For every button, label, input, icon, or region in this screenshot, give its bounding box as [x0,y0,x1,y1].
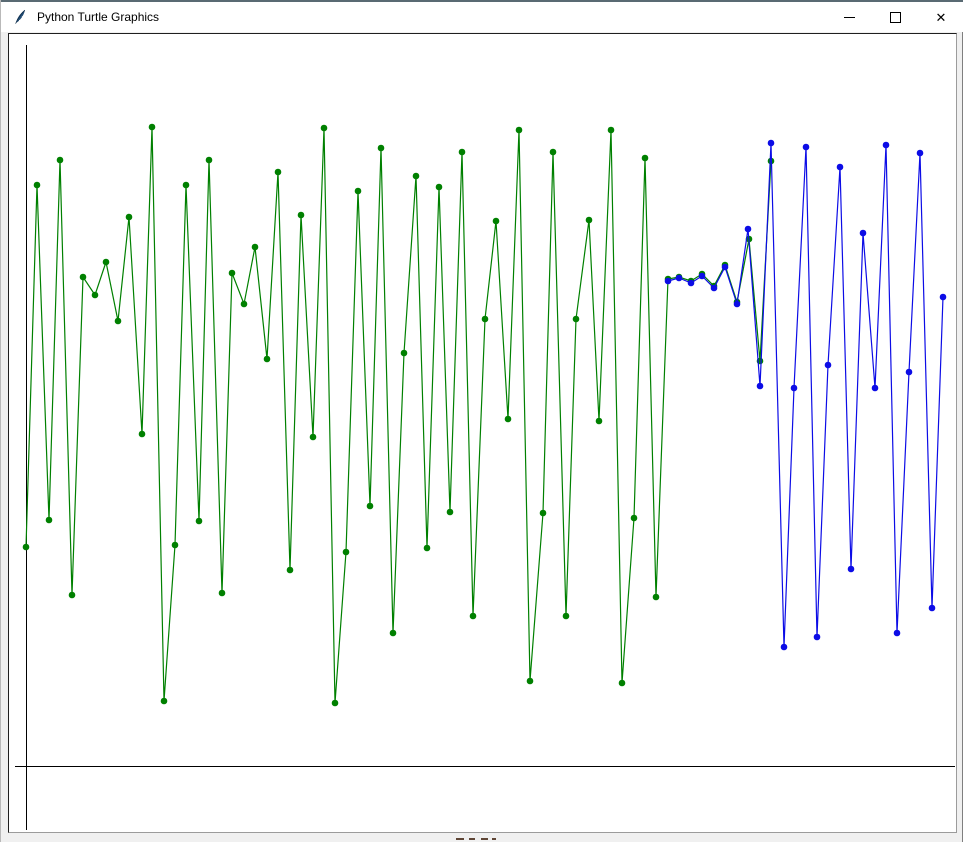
window-title: Python Turtle Graphics [37,10,159,24]
edge-artifact-mark [456,838,464,840]
window-controls: ✕ [826,2,963,32]
turtle-graphics-window: Python Turtle Graphics ✕ [0,0,963,842]
titlebar[interactable]: Python Turtle Graphics ✕ [1,2,963,32]
minimize-button[interactable] [826,2,872,32]
maximize-icon [890,12,901,23]
edge-artifact-mark [481,838,488,840]
close-icon: ✕ [936,11,947,24]
tk-feather-icon [12,9,28,25]
turtle-canvas [8,33,957,833]
edge-artifact-mark [492,838,496,840]
edge-artifact-mark [469,838,475,840]
close-button[interactable]: ✕ [918,2,963,32]
minimize-icon [844,17,855,18]
plot-area [9,34,956,832]
maximize-button[interactable] [872,2,918,32]
